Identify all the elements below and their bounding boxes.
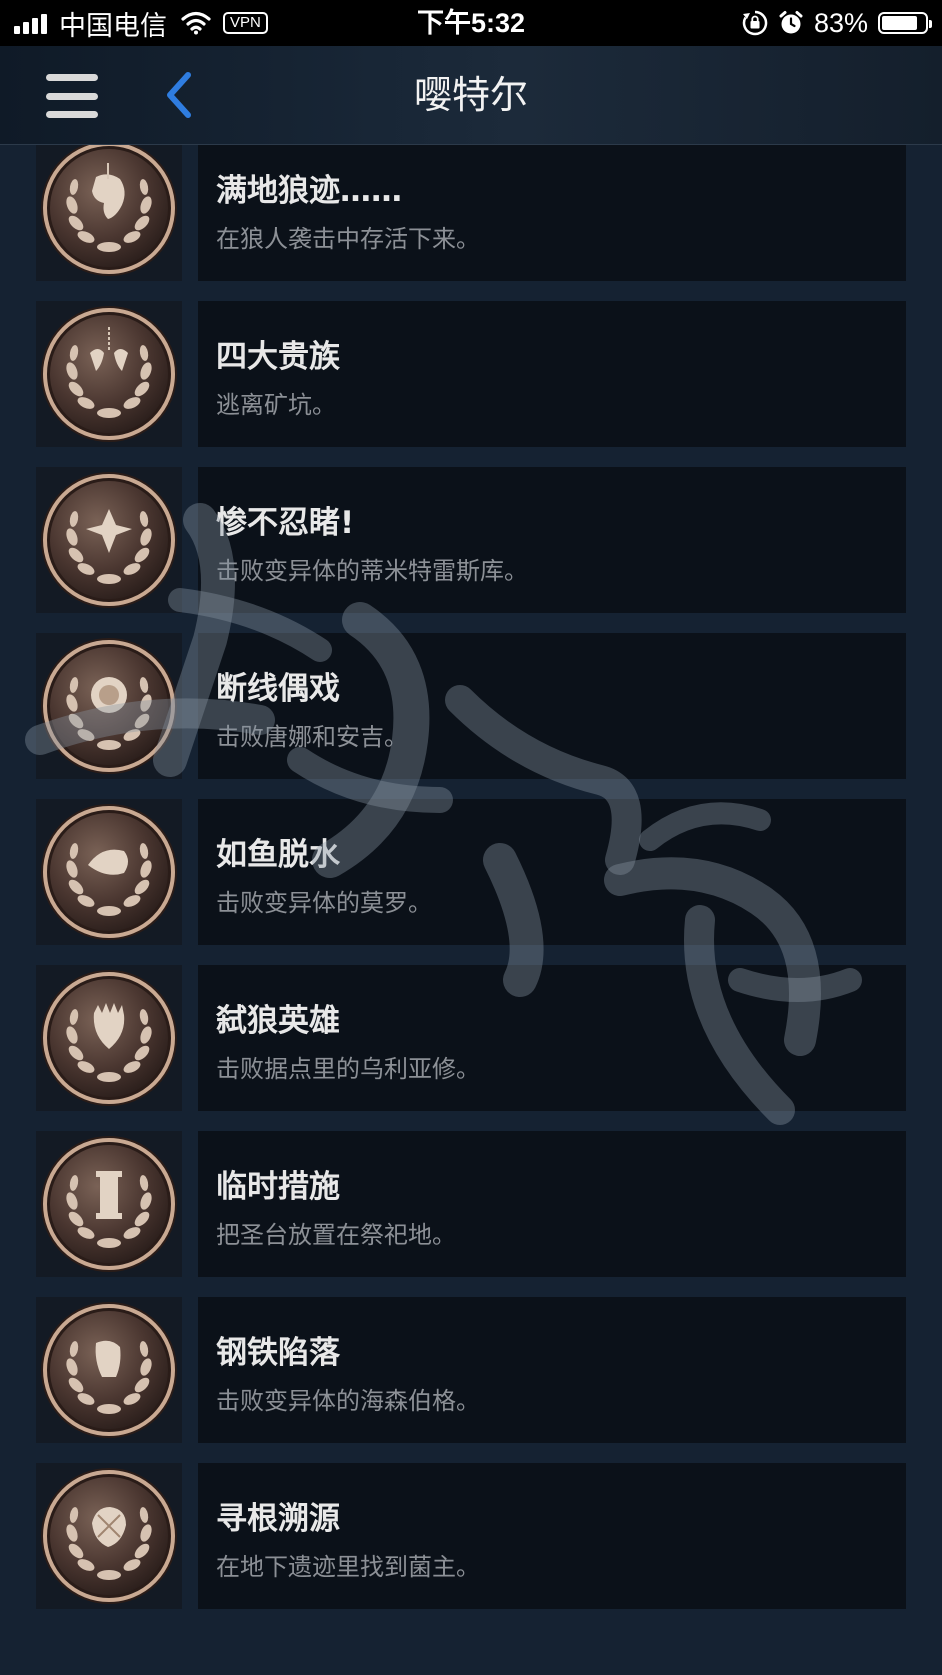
battery-fill (882, 16, 917, 30)
achievement-item[interactable]: 惨不忍睹! 击败变异体的蒂米特雷斯库。 (36, 467, 906, 613)
achievement-card: 如鱼脱水击败变异体的莫罗。 (198, 799, 906, 945)
crowned-skull-medal-icon (36, 965, 182, 1111)
achievement-title: 四大贵族 (216, 339, 340, 375)
status-left: 中国电信 VPN (14, 0, 268, 46)
hands-chain-medal-icon (36, 301, 182, 447)
achievement-card: 钢铁陷落击败变异体的海森伯格。 (198, 1297, 906, 1443)
achievement-description: 击败据点里的乌利亚修。 (216, 1055, 480, 1083)
alarm-icon (779, 11, 803, 34)
achievement-description: 击败变异体的蒂米特雷斯库。 (216, 557, 528, 585)
achievement-title: 满地狼迹…… (216, 173, 402, 209)
rotation-lock-icon (742, 10, 768, 36)
signal-icon (14, 12, 47, 34)
achievement-card: 四大贵族 逃离矿坑。 (198, 301, 906, 447)
page-title: 嘤特尔 (413, 73, 528, 117)
sun-face-medal-icon (36, 633, 182, 779)
status-right: 83% (742, 0, 932, 46)
achievement-title: 弑狼英雄 (216, 1003, 340, 1039)
achievement-title: 如鱼脱水 (216, 837, 340, 873)
cross-medal-icon (36, 467, 182, 613)
menu-icon[interactable] (46, 74, 98, 118)
achievement-item[interactable]: 临时措施把圣台放置在祭祀地。 (36, 1131, 906, 1277)
achievement-card: 临时措施把圣台放置在祭祀地。 (198, 1131, 906, 1277)
achievement-card: 惨不忍睹! 击败变异体的蒂米特雷斯库。 (198, 467, 906, 613)
wolf-head-medal-icon (36, 145, 182, 281)
battery-percent: 83% (813, 7, 868, 38)
achievement-title: 寻根溯源 (216, 1501, 340, 1537)
achievement-title: 惨不忍睹! (216, 505, 355, 541)
back-chevron-icon[interactable] (160, 70, 200, 120)
fish-medal-icon (36, 799, 182, 945)
achievement-title: 临时措施 (216, 1169, 340, 1205)
pedestal-medal-icon (36, 1131, 182, 1277)
achievement-card: 满地狼迹…… 在狼人袭击中存活下来。 (198, 145, 906, 281)
achievement-item[interactable]: 断线偶戏击败唐娜和安吉。 (36, 633, 906, 779)
hammer-medal-icon (36, 1297, 182, 1443)
achievement-card: 弑狼英雄击败据点里的乌利亚修。 (198, 965, 906, 1111)
achievement-description: 逃离矿坑。 (216, 391, 336, 419)
achievement-title: 断线偶戏 (216, 671, 340, 707)
battery-icon (878, 12, 932, 34)
achievement-item[interactable]: 如鱼脱水击败变异体的莫罗。 (36, 799, 906, 945)
status-bar: 中国电信 VPN 下午5:32 83% (0, 0, 942, 46)
achievement-description: 击败唐娜和安吉。 (216, 723, 408, 751)
achievement-list[interactable]: 满地狼迹…… 在狼人袭击中存活下来。四大贵族逃离矿坑。惨不忍睹! 击败变异体的蒂米特… (0, 145, 942, 1675)
nav-bar: 嘤特尔 (0, 46, 942, 145)
achievement-description: 把圣台放置在祭祀地。 (216, 1221, 456, 1249)
achievement-description: 在狼人袭击中存活下来。 (216, 225, 480, 253)
achievement-card: 断线偶戏击败唐娜和安吉。 (198, 633, 906, 779)
achievement-item[interactable]: 钢铁陷落击败变异体的海森伯格。 (36, 1297, 906, 1443)
achievement-description: 击败变异体的莫罗。 (216, 889, 432, 917)
achievement-item[interactable]: 弑狼英雄击败据点里的乌利亚修。 (36, 965, 906, 1111)
achievement-item[interactable]: 寻根溯源在地下遗迹里找到菌主。 (36, 1463, 906, 1609)
achievement-description: 在地下遗迹里找到菌主。 (216, 1553, 480, 1581)
vpn-badge: VPN (223, 12, 268, 34)
fungus-medal-icon (36, 1463, 182, 1609)
achievement-description: 击败变异体的海森伯格。 (216, 1387, 480, 1415)
achievement-item[interactable]: 四大贵族 逃离矿坑。 (36, 301, 906, 447)
achievement-card: 寻根溯源在地下遗迹里找到菌主。 (198, 1463, 906, 1609)
battery-tip (929, 20, 932, 28)
carrier-name: 中国电信 (59, 10, 167, 41)
wifi-icon (181, 11, 211, 35)
achievement-item[interactable]: 满地狼迹…… 在狼人袭击中存活下来。 (36, 145, 906, 281)
achievement-title: 钢铁陷落 (216, 1335, 340, 1371)
